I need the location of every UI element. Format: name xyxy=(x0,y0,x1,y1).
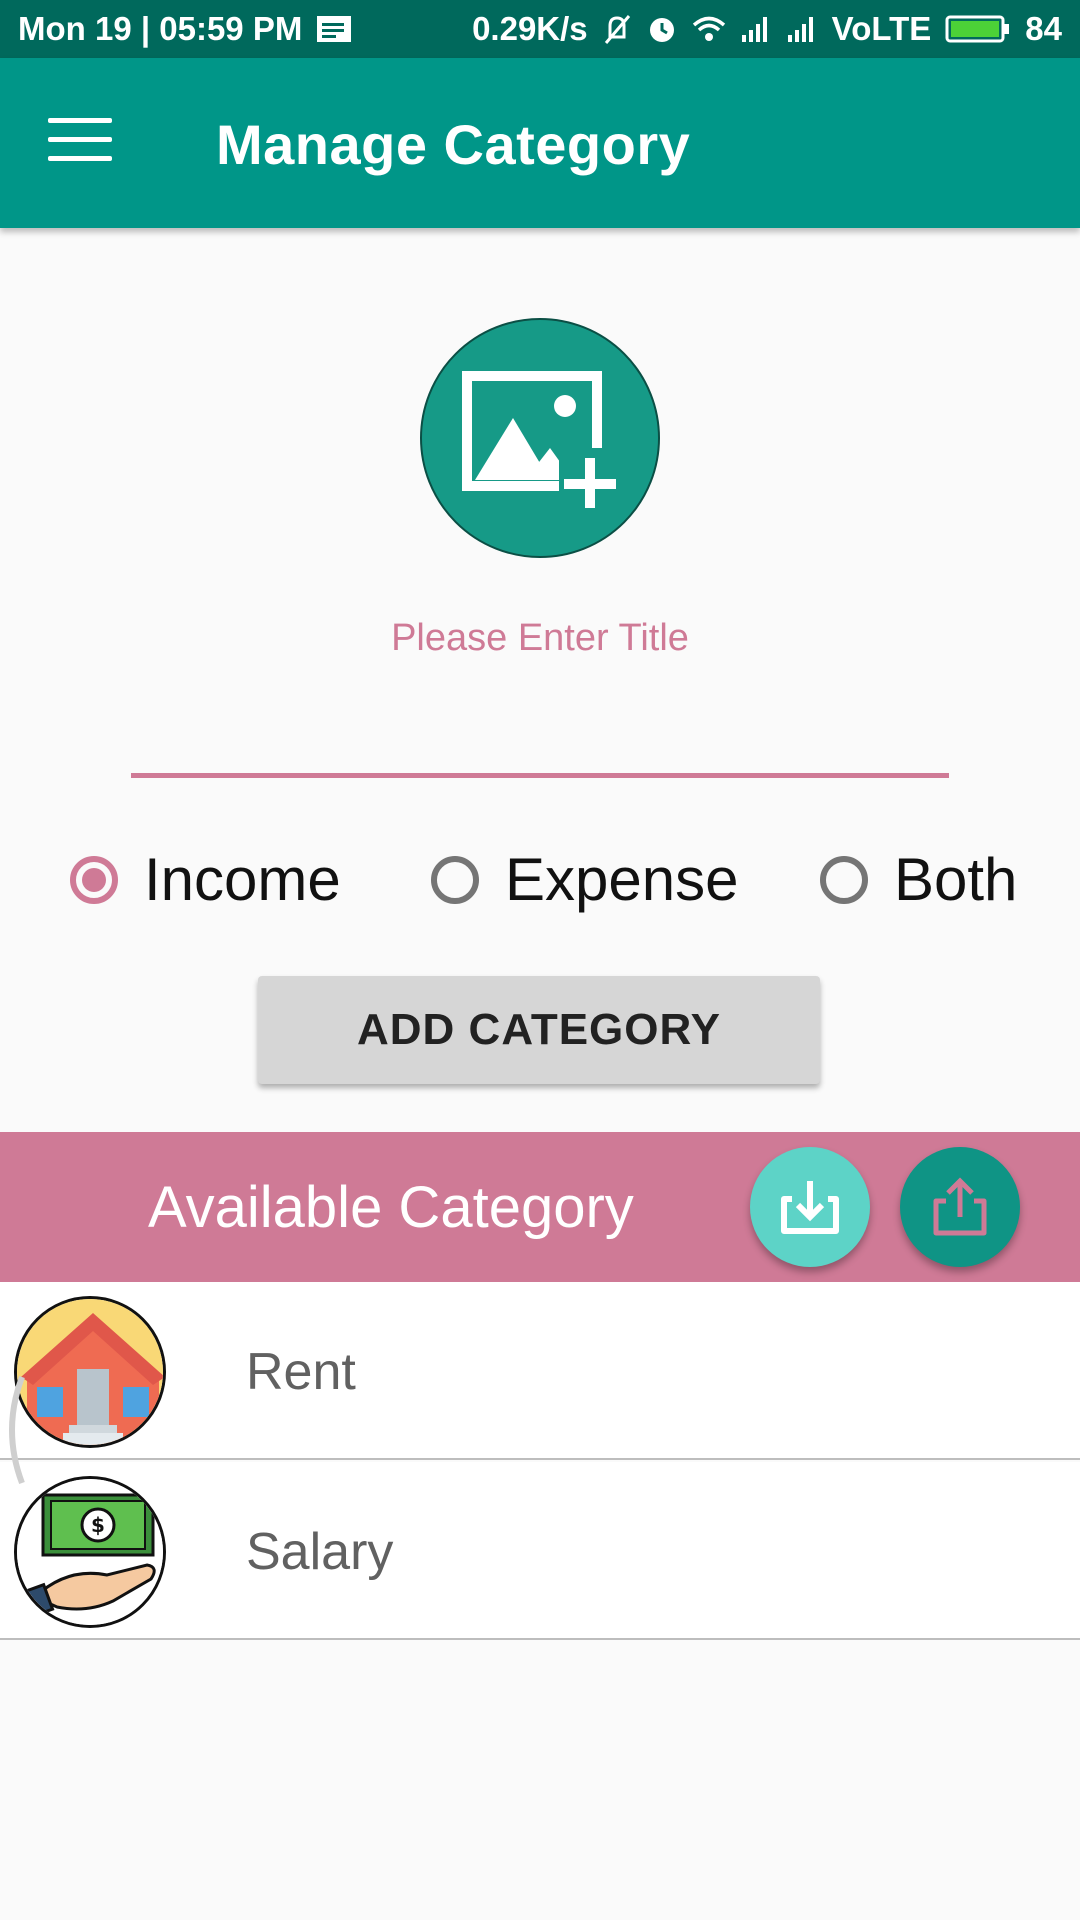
scroll-indicator xyxy=(9,1375,25,1485)
export-button[interactable] xyxy=(900,1147,1020,1267)
message-notification-icon xyxy=(316,15,352,43)
status-bar: Mon 19 | 05:59 PM 0.29K/s VoLTE 84 xyxy=(0,0,1080,58)
import-icon xyxy=(781,1181,839,1234)
list-item-label: Salary xyxy=(246,1523,394,1581)
both-radio-label: Both xyxy=(894,846,1018,913)
battery-level: 84 xyxy=(1025,10,1062,47)
page-title: Manage Category xyxy=(216,113,691,176)
battery-icon xyxy=(945,14,1011,44)
expense-radio-label: Expense xyxy=(505,846,739,913)
network-type: VoLTE xyxy=(831,10,932,47)
income-radio[interactable]: Income xyxy=(70,845,341,914)
signal-icon xyxy=(740,15,772,43)
radio-button-icon xyxy=(820,855,868,904)
money-hand-icon: $ xyxy=(14,1476,166,1628)
add-category-button[interactable]: ADD CATEGORY xyxy=(258,976,820,1084)
house-icon xyxy=(14,1296,166,1448)
mute-bell-icon xyxy=(602,13,632,45)
list-item[interactable]: Rent xyxy=(0,1282,1080,1460)
svg-text:$: $ xyxy=(91,1513,105,1537)
alarm-icon xyxy=(646,13,678,45)
title-input[interactable] xyxy=(131,690,949,778)
title-input-label: Please Enter Title xyxy=(391,617,689,659)
import-button[interactable] xyxy=(750,1147,870,1267)
network-speed: 0.29K/s xyxy=(472,10,588,47)
hamburger-menu-icon[interactable] xyxy=(48,118,112,168)
add-photo-icon xyxy=(462,371,625,508)
list-item[interactable]: $ Salary xyxy=(0,1462,1080,1640)
status-datetime: Mon 19 | 05:59 PM xyxy=(18,10,303,47)
both-radio[interactable]: Both xyxy=(820,845,1017,914)
signal-icon-2 xyxy=(786,15,818,43)
wifi-icon xyxy=(692,15,726,43)
radio-button-icon xyxy=(431,855,479,904)
expense-radio[interactable]: Expense xyxy=(431,845,739,914)
radio-button-icon xyxy=(70,855,118,904)
income-radio-label: Income xyxy=(144,846,341,913)
export-icon xyxy=(933,1177,987,1236)
list-item-label: Rent xyxy=(246,1343,356,1401)
section-title: Available Category xyxy=(148,1175,634,1240)
available-category-header: Available Category xyxy=(0,1132,1080,1282)
image-picker-button[interactable] xyxy=(420,318,660,558)
app-bar: Manage Category xyxy=(0,58,1080,228)
